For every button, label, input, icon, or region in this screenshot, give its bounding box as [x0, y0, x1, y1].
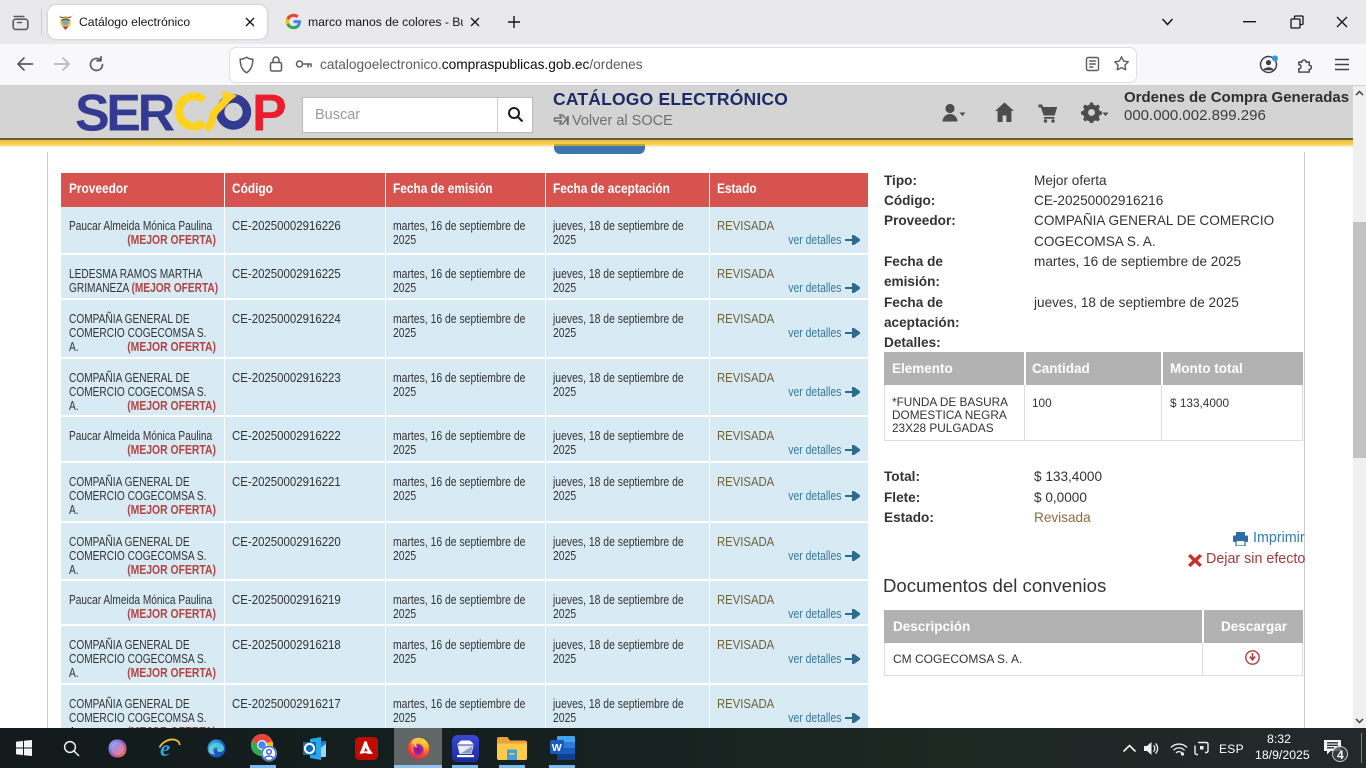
svg-text:SER: SER: [75, 87, 175, 139]
svg-text:W: W: [551, 742, 561, 754]
svg-text:P: P: [252, 87, 287, 139]
